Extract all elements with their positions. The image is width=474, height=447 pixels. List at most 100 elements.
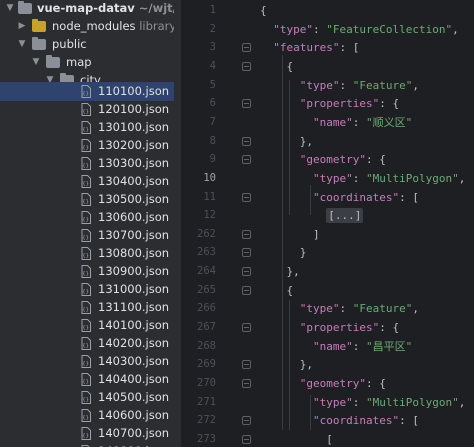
tree-item-public[interactable]: ▼ public xyxy=(0,35,174,54)
svg-text:{}: {} xyxy=(82,361,89,367)
fold-marker-icon[interactable] xyxy=(242,136,251,146)
code-line[interactable]: }, xyxy=(260,262,299,281)
code-editor[interactable]: { "type": "FeatureCollection", "features… xyxy=(260,0,474,447)
tree-item-file[interactable]: {} 130900.json xyxy=(0,262,174,281)
code-line[interactable]: "type": "Feature", xyxy=(260,76,419,95)
code-line[interactable]: }, xyxy=(260,132,313,151)
line-number: 3 xyxy=(209,41,216,54)
svg-text:{}: {} xyxy=(82,271,89,277)
fold-marker-icon[interactable] xyxy=(242,360,251,370)
fold-marker-icon[interactable] xyxy=(242,416,251,426)
folder-icon xyxy=(32,37,46,50)
json-file-icon: {} xyxy=(80,337,92,350)
line-number-gutter: 1 2 3 4 5 6 7 8 9 10 11 12 262 263 264 265 266 267 268 269 2… xyxy=(182,0,260,447)
tree-item-file[interactable]: {} 130800.json xyxy=(0,244,174,263)
tree-item-file[interactable]: {} 140300.json xyxy=(0,352,174,371)
file-name: 130200.json xyxy=(98,138,170,152)
file-name: 140200.json xyxy=(98,336,170,350)
tree-item-file[interactable]: {} 130400.json xyxy=(0,172,174,191)
svg-text:{}: {} xyxy=(82,181,89,187)
file-name: 130900.json xyxy=(98,264,170,278)
tree-item-file[interactable]: {} 130200.json xyxy=(0,136,174,155)
code-line[interactable]: } xyxy=(260,243,307,262)
code-line[interactable]: "properties": { xyxy=(260,318,399,337)
code-line[interactable]: "coordinates": [ xyxy=(260,188,419,207)
chevron-right-icon[interactable]: ▶ xyxy=(16,17,28,36)
tree-item-file[interactable]: {} 130300.json xyxy=(0,154,174,173)
code-line[interactable]: { xyxy=(260,1,267,20)
fold-marker-icon[interactable] xyxy=(242,379,251,388)
code-line[interactable]: "geometry": { xyxy=(260,374,386,393)
tree-item-file[interactable]: {}140800.json xyxy=(0,442,174,447)
chevron-down-icon[interactable]: ▼ xyxy=(16,35,28,54)
tree-item-file[interactable]: {} 131000.json xyxy=(0,280,174,299)
chevron-down-icon[interactable]: ▼ xyxy=(30,53,42,72)
code-line[interactable]: [...] xyxy=(260,206,364,225)
file-name: 130500.json xyxy=(98,192,170,206)
tree-item-node-modules[interactable]: ▶ node_modules library xyxy=(0,17,174,36)
tree-item-file[interactable]: {} 120100.json xyxy=(0,100,174,119)
tree-item-file[interactable]: {} 130700.json xyxy=(0,226,174,245)
root-folder-name: vue-map-datav xyxy=(37,1,135,15)
line-number: 263 xyxy=(197,246,216,259)
tree-item-file[interactable]: {} 110100.json xyxy=(0,82,174,101)
tree-item-file[interactable]: {} 140100.json xyxy=(0,316,174,335)
fold-marker-icon[interactable] xyxy=(242,192,251,202)
file-name: 130300.json xyxy=(98,156,170,170)
tree-item-file[interactable]: {} 130500.json xyxy=(0,190,174,209)
fold-marker-icon[interactable] xyxy=(242,43,251,53)
tree-item-file[interactable]: {} 140700.json xyxy=(0,424,174,443)
line-number: 10 xyxy=(203,171,216,184)
fold-marker-icon[interactable] xyxy=(242,248,251,258)
code-line[interactable]: ] xyxy=(260,225,320,244)
svg-text:{}: {} xyxy=(82,91,89,97)
code-line[interactable]: { xyxy=(260,57,293,76)
tree-item-file[interactable]: {} 131100.json xyxy=(0,298,174,317)
code-line[interactable]: "name": "昌平区" xyxy=(260,337,412,356)
code-line[interactable]: "geometry": { xyxy=(260,150,386,169)
public-folder-label: public xyxy=(52,37,87,51)
tree-item-file[interactable]: {} 130600.json xyxy=(0,208,174,227)
file-name: 140700.json xyxy=(98,426,170,440)
fold-marker-icon[interactable] xyxy=(242,285,251,295)
folder-icon xyxy=(18,1,32,14)
svg-text:{}: {} xyxy=(82,307,89,313)
file-name: 131000.json xyxy=(98,282,170,296)
fold-marker-icon[interactable] xyxy=(242,323,251,333)
json-file-icon: {} xyxy=(80,193,92,206)
json-file-icon: {} xyxy=(80,391,92,404)
json-file-icon: {} xyxy=(80,175,92,188)
fold-marker-icon[interactable] xyxy=(242,155,251,165)
tree-item-file[interactable]: {} 130100.json xyxy=(0,118,174,137)
svg-text:{}: {} xyxy=(82,433,89,439)
fold-marker-icon[interactable] xyxy=(242,99,251,109)
code-line[interactable]: [ xyxy=(260,430,333,447)
tree-item-file[interactable]: {} 140200.json xyxy=(0,334,174,353)
code-line[interactable]: "name": "顺义区" xyxy=(260,113,412,132)
code-line[interactable]: "type": "MultiPolygon", xyxy=(260,393,465,412)
code-line[interactable]: "coordinates": [ xyxy=(260,411,419,430)
tree-item-root[interactable]: ▼ vue-map-datav ~/wjt/de xyxy=(0,0,174,18)
fold-marker-icon[interactable] xyxy=(242,229,251,239)
line-number: 267 xyxy=(197,321,216,334)
fold-marker-icon[interactable] xyxy=(242,61,251,71)
json-file-icon: {} xyxy=(80,139,92,152)
code-line[interactable]: }, xyxy=(260,355,313,374)
tree-item-file[interactable]: {} 140500.json xyxy=(0,388,174,407)
code-line[interactable]: "type": "MultiPolygon", xyxy=(260,169,465,188)
code-line[interactable]: "type": "FeatureCollection", xyxy=(260,20,458,39)
code-line[interactable]: { xyxy=(260,281,293,300)
code-line[interactable]: "properties": { xyxy=(260,94,399,113)
fold-marker-icon[interactable] xyxy=(242,434,251,444)
file-name: 140800.json xyxy=(98,442,169,447)
code-line[interactable]: "features": [ xyxy=(260,38,359,57)
tree-item-file[interactable]: {} 140600.json xyxy=(0,406,174,425)
fold-marker-icon[interactable] xyxy=(242,267,251,277)
code-line[interactable]: "type": "Feature", xyxy=(260,299,419,318)
tree-item-file[interactable]: {} 140400.json xyxy=(0,370,174,389)
project-tree[interactable]: ▼ vue-map-datav ~/wjt/de ▶ node_modules … xyxy=(0,0,174,447)
chevron-down-icon[interactable]: ▼ xyxy=(4,0,16,18)
line-number: 7 xyxy=(209,115,216,128)
tree-item-map[interactable]: ▼ map xyxy=(0,53,174,72)
line-number: 265 xyxy=(197,283,216,296)
